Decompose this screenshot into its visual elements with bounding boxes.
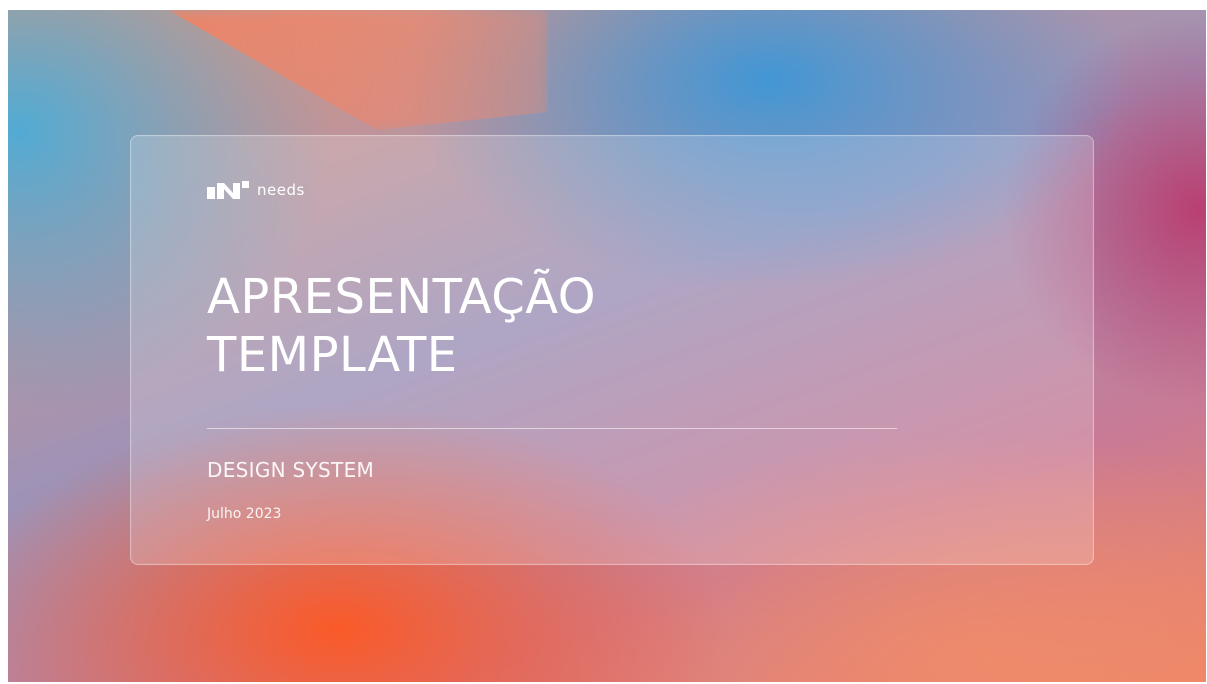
brand-logo: needs: [207, 181, 305, 199]
slide-canvas: needs APRESENTAÇÃO TEMPLATE DESIGN SYSTE…: [8, 10, 1206, 682]
title-line-2: TEMPLATE: [207, 327, 458, 383]
divider: [207, 428, 897, 429]
brand-name: needs: [257, 181, 305, 199]
slide-subtitle: DESIGN SYSTEM: [207, 458, 375, 482]
slide-title: APRESENTAÇÃO TEMPLATE: [207, 268, 596, 384]
needs-logo-icon: [207, 181, 249, 199]
background-shape: [168, 10, 548, 130]
title-card: needs APRESENTAÇÃO TEMPLATE DESIGN SYSTE…: [130, 135, 1094, 565]
title-line-1: APRESENTAÇÃO: [207, 269, 597, 325]
slide-date: Julho 2023: [207, 506, 282, 522]
